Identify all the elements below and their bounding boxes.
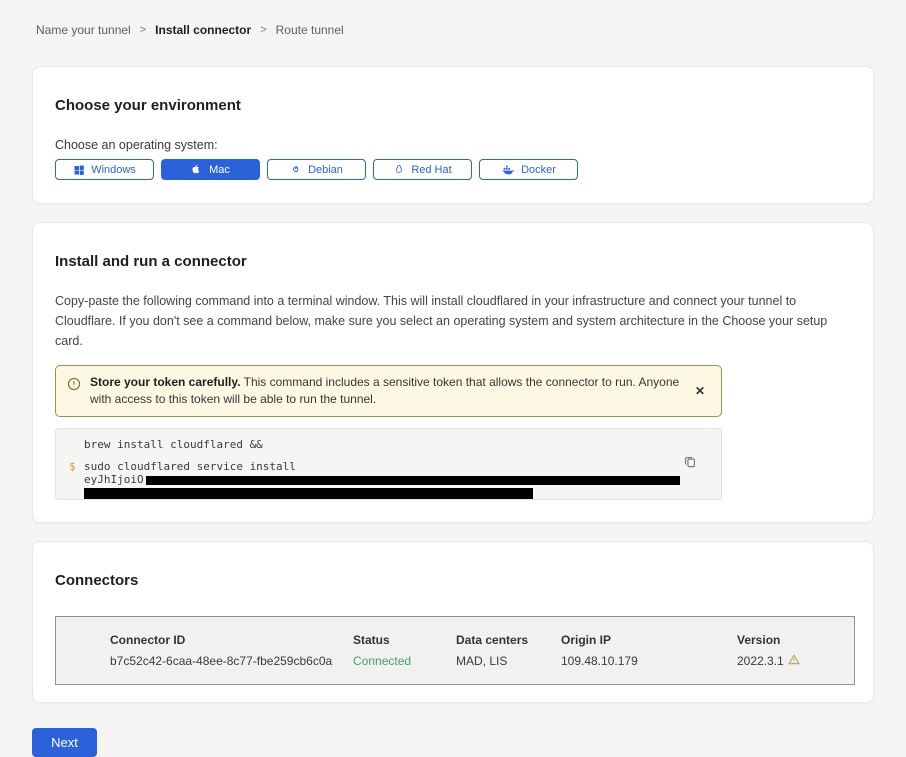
chevron-right-icon: > xyxy=(260,24,266,36)
debian-icon xyxy=(290,164,302,176)
redhat-icon xyxy=(393,163,405,176)
install-card-title: Install and run a connector xyxy=(55,253,851,271)
warning-message: Store your token carefully. This command… xyxy=(90,374,682,408)
os-button-label: Debian xyxy=(308,164,343,176)
apple-icon xyxy=(191,163,203,176)
table-row: b7c52c42-6caa-48ee-8c77-fbe259cb6c0a Con… xyxy=(110,654,844,668)
token-warning-banner: Store your token carefully. This command… xyxy=(55,365,722,417)
os-button-mac[interactable]: Mac xyxy=(161,159,260,180)
shell-prompt: $ xyxy=(69,461,76,473)
os-select-label: Choose an operating system: xyxy=(55,138,851,153)
copy-icon[interactable] xyxy=(681,453,699,474)
redacted-token-bar xyxy=(146,476,680,485)
os-button-debian[interactable]: Debian xyxy=(267,159,366,180)
os-button-label: Mac xyxy=(209,164,230,176)
warning-bold: Store your token carefully. xyxy=(90,375,241,389)
version-value: 2022.3.1 xyxy=(737,654,844,668)
os-button-group: Windows Mac Debian xyxy=(55,159,851,180)
connectors-table: Connector ID Status Data centers Origin … xyxy=(55,616,855,685)
next-button[interactable]: Next xyxy=(32,728,97,757)
tunnel-setup-page: Name your tunnel > Install connector > R… xyxy=(0,0,906,740)
os-button-label: Red Hat xyxy=(411,164,451,176)
command-line-1: brew install cloudflared && xyxy=(84,439,721,451)
chevron-right-icon: > xyxy=(140,24,146,36)
os-button-windows[interactable]: Windows xyxy=(55,159,154,180)
redacted-token-bar xyxy=(84,488,533,499)
version-text: 2022.3.1 xyxy=(737,654,784,668)
column-header-status: Status xyxy=(353,633,456,647)
docker-icon xyxy=(501,164,515,176)
column-header-data-centers: Data centers xyxy=(456,633,561,647)
status-badge: Connected xyxy=(353,654,456,668)
command-line-2-text: sudo cloudflared service install xyxy=(84,460,296,473)
os-button-redhat[interactable]: Red Hat xyxy=(373,159,472,180)
windows-icon xyxy=(73,164,85,176)
column-header-version: Version xyxy=(737,633,844,647)
connectors-card: Connectors Connector ID Status Data cent… xyxy=(32,541,874,703)
install-connector-card: Install and run a connector Copy-paste t… xyxy=(32,222,874,523)
command-line-2: $ sudo cloudflared service install xyxy=(84,461,721,473)
token-line: eyJhIjoiO xyxy=(84,474,721,486)
os-button-docker[interactable]: Docker xyxy=(479,159,578,180)
breadcrumb-route-tunnel[interactable]: Route tunnel xyxy=(276,23,344,37)
info-alert-icon xyxy=(67,377,81,396)
connectors-table-header: Connector ID Status Data centers Origin … xyxy=(110,633,844,647)
os-button-label: Windows xyxy=(91,164,136,176)
warning-triangle-icon xyxy=(788,654,800,668)
connector-id-value: b7c52c42-6caa-48ee-8c77-fbe259cb6c0a xyxy=(110,654,353,668)
breadcrumb-install-connector[interactable]: Install connector xyxy=(155,23,251,37)
connectors-card-title: Connectors xyxy=(55,572,851,590)
data-centers-value: MAD, LIS xyxy=(456,654,561,668)
column-header-connector-id: Connector ID xyxy=(110,633,353,647)
environment-card-title: Choose your environment xyxy=(55,97,851,115)
close-icon[interactable]: ✕ xyxy=(691,382,709,400)
breadcrumb: Name your tunnel > Install connector > R… xyxy=(0,0,906,37)
column-header-origin-ip: Origin IP xyxy=(561,633,737,647)
breadcrumb-name-your-tunnel[interactable]: Name your tunnel xyxy=(36,23,131,37)
terminal-command-block: brew install cloudflared && $ sudo cloud… xyxy=(55,428,722,500)
os-button-label: Docker xyxy=(521,164,556,176)
install-description: Copy-paste the following command into a … xyxy=(55,291,851,351)
token-prefix: eyJhIjoiO xyxy=(84,474,144,486)
environment-card: Choose your environment Choose an operat… xyxy=(32,66,874,204)
origin-ip-value: 109.48.10.179 xyxy=(561,654,737,668)
